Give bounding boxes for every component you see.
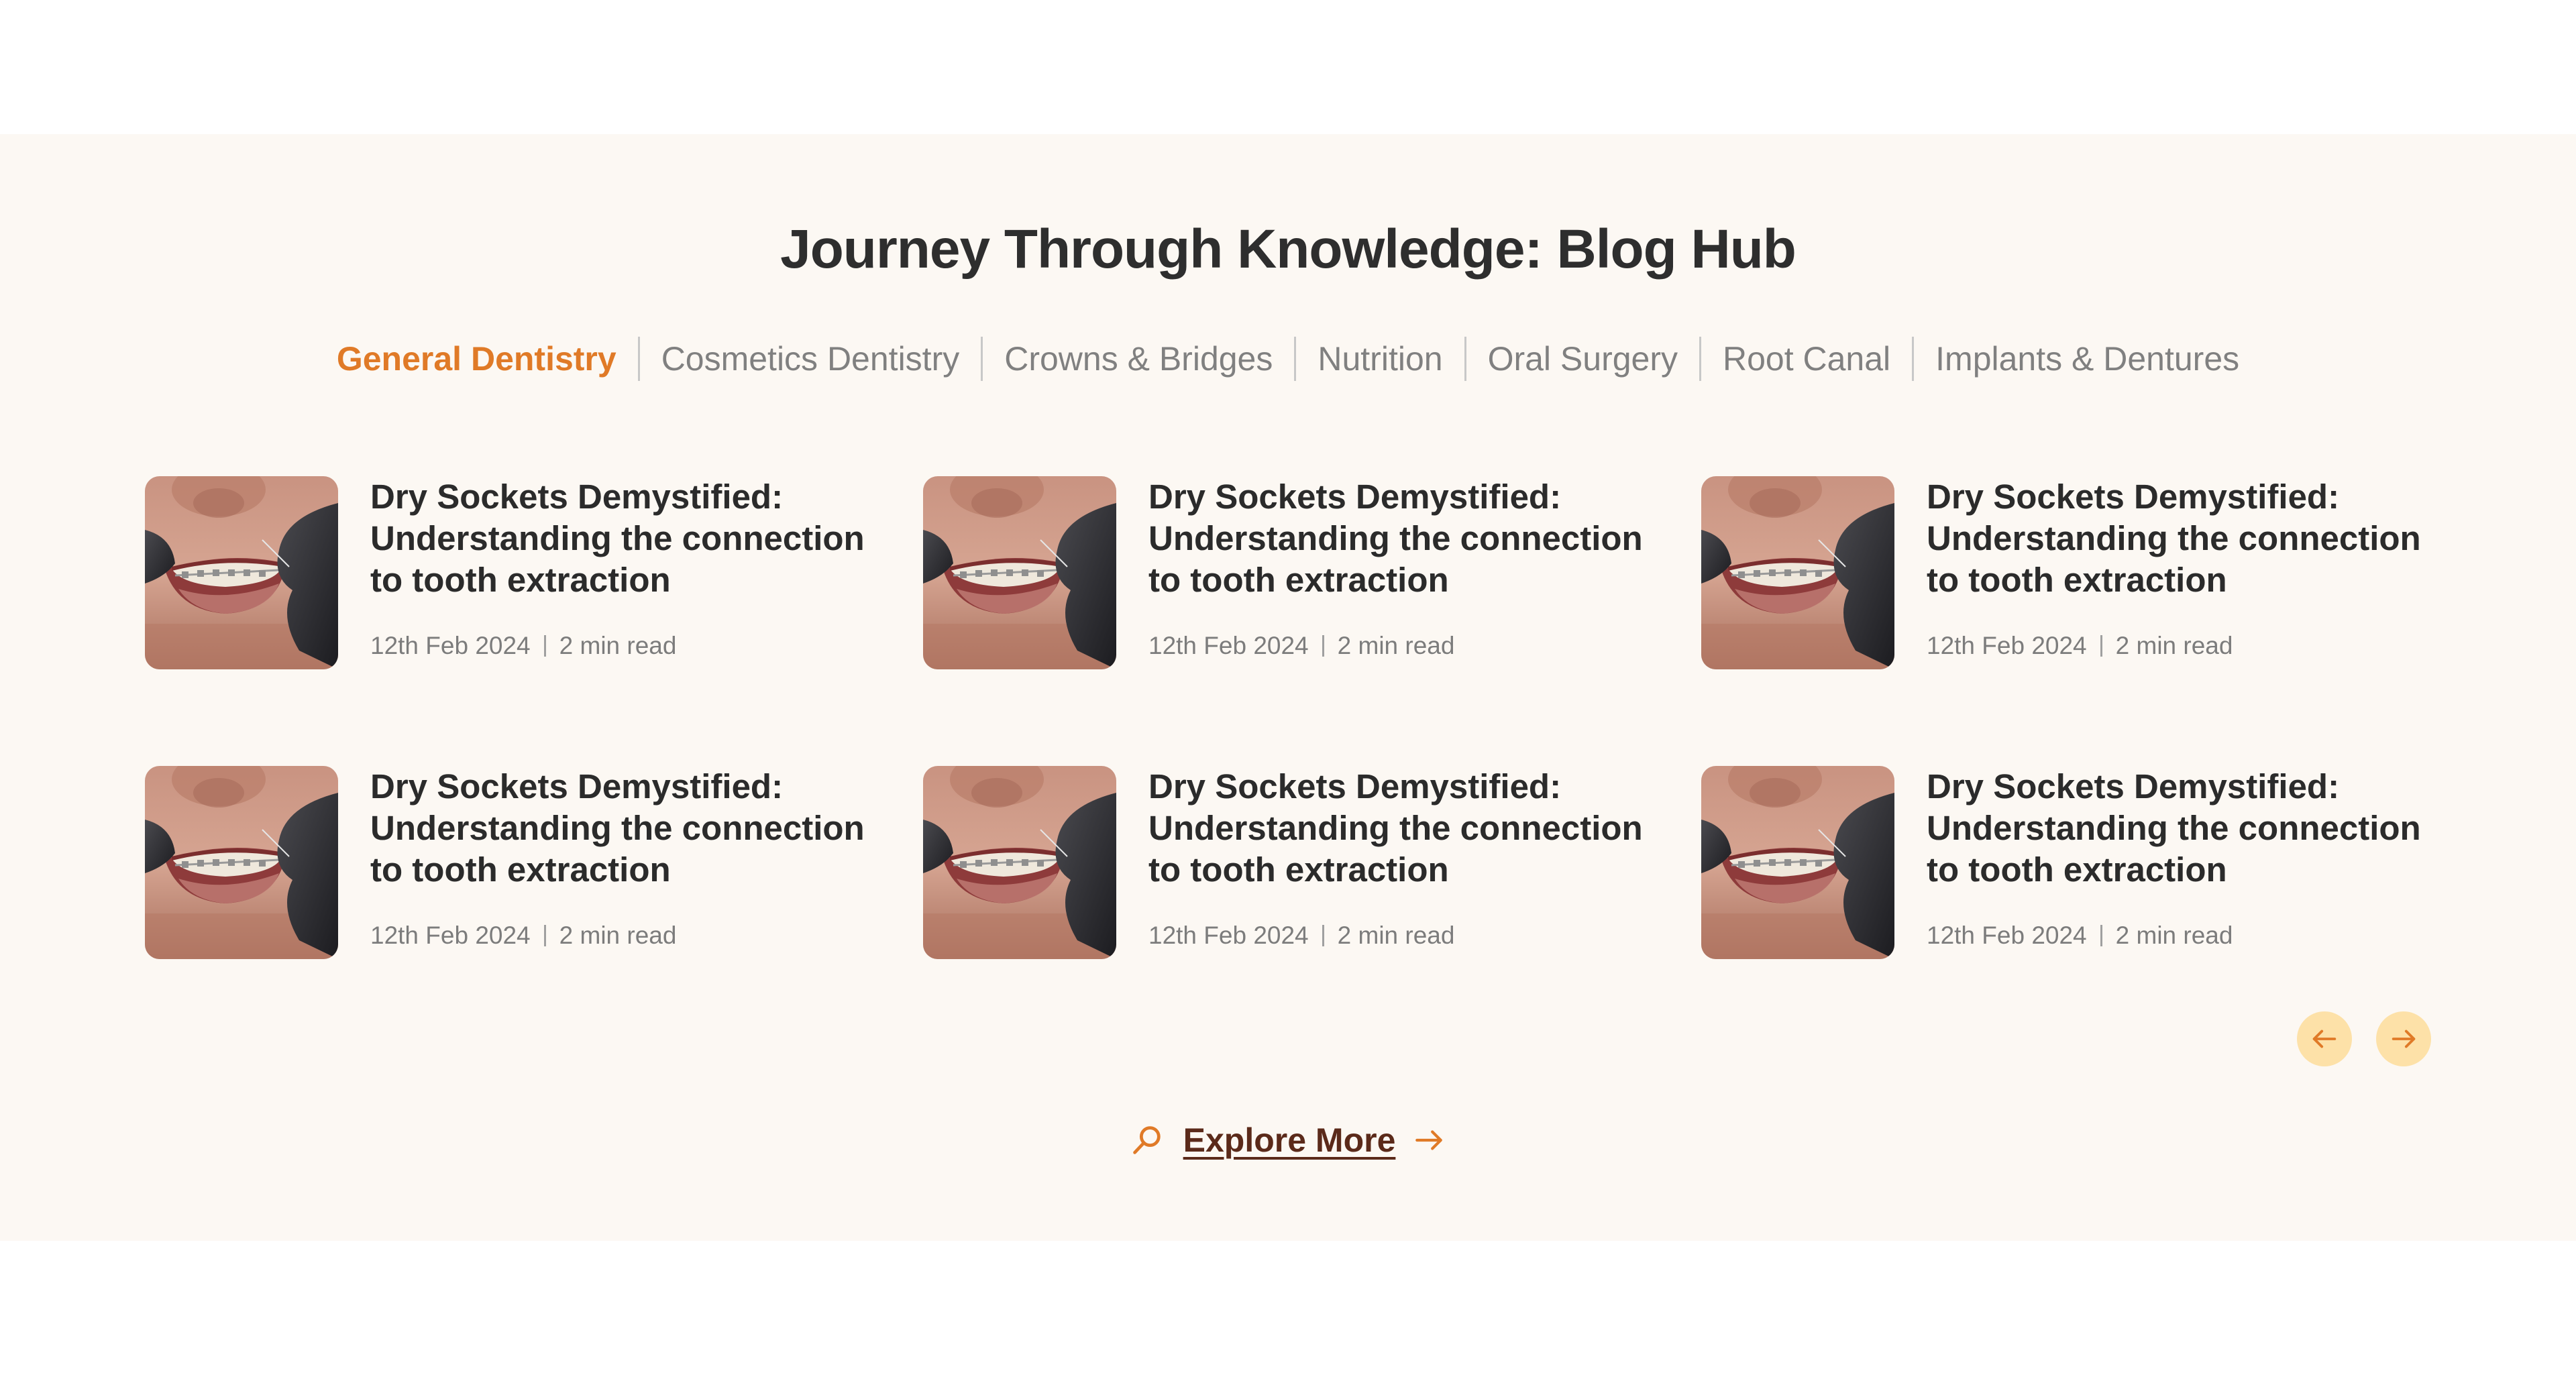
carousel-prev-button[interactable] [2297,1011,2352,1066]
blog-card-meta: 12th Feb 2024 2 min read [1927,919,2233,952]
explore-more-link[interactable]: Explore More [0,1116,2576,1164]
read-time: 2 min read [2115,632,2233,659]
blog-card-title[interactable]: Dry Sockets Demystified: Understanding t… [370,476,880,601]
blog-thumbnail[interactable] [145,476,338,669]
blog-card[interactable]: Dry Sockets Demystified: Understanding t… [1701,766,2439,960]
smile-photo [1701,766,1894,959]
read-time: 2 min read [1337,632,1455,659]
blog-thumbnail[interactable] [1701,766,1894,959]
post-date: 12th Feb 2024 [1148,632,1309,659]
post-date: 12th Feb 2024 [1927,632,2087,659]
search-icon [1130,1123,1165,1158]
tab-root-canal[interactable]: Root Canal [1699,337,1912,381]
read-time: 2 min read [2115,922,2233,949]
explore-more-label[interactable]: Explore More [1183,1121,1396,1160]
tab-crowns-bridges[interactable]: Crowns & Bridges [981,337,1294,381]
section-heading: Journey Through Knowledge: Blog Hub [780,219,1796,280]
blog-card[interactable]: Dry Sockets Demystified: Understanding t… [923,476,1661,671]
blog-thumbnail[interactable] [923,476,1116,669]
blog-thumbnail[interactable] [923,766,1116,959]
read-time: 2 min read [559,632,677,659]
blog-thumbnail[interactable] [1701,476,1894,669]
meta-divider [2100,635,2102,657]
post-date: 12th Feb 2024 [1148,922,1309,949]
category-tabs: General Dentistry Cosmetics Dentistry Cr… [0,335,2576,382]
blog-card[interactable]: Dry Sockets Demystified: Understanding t… [923,766,1661,960]
smile-photo [1701,476,1894,669]
post-date: 12th Feb 2024 [370,922,531,949]
meta-divider [543,635,546,657]
smile-photo [145,476,338,669]
blog-card-title[interactable]: Dry Sockets Demystified: Understanding t… [1927,476,2436,601]
blog-card-meta: 12th Feb 2024 2 min read [1148,919,1454,952]
blog-card-title[interactable]: Dry Sockets Demystified: Understanding t… [370,766,880,891]
tab-general-dentistry[interactable]: General Dentistry [315,337,638,381]
blog-card[interactable]: Dry Sockets Demystified: Understanding t… [1701,476,2439,671]
post-date: 12th Feb 2024 [1927,922,2087,949]
blog-card[interactable]: Dry Sockets Demystified: Understanding t… [145,766,883,960]
smile-photo [923,476,1116,669]
meta-divider [2100,925,2102,946]
blog-card-meta: 12th Feb 2024 2 min read [370,629,676,663]
arrow-right-icon [2388,1023,2419,1054]
carousel-next-button[interactable] [2376,1011,2431,1066]
read-time: 2 min read [559,922,677,949]
arrow-right-icon [1413,1123,1446,1157]
blog-section [0,134,2576,1241]
post-date: 12th Feb 2024 [370,632,531,659]
meta-divider [1322,635,1324,657]
arrow-left-icon [2309,1023,2340,1054]
tab-cosmetics-dentistry[interactable]: Cosmetics Dentistry [637,337,981,381]
read-time: 2 min read [1337,922,1455,949]
blog-card-meta: 12th Feb 2024 2 min read [370,919,676,952]
blog-card-meta: 12th Feb 2024 2 min read [1148,629,1454,663]
tab-implants-dentures[interactable]: Implants & Dentures [1912,337,2261,381]
blog-card-meta: 12th Feb 2024 2 min read [1927,629,2233,663]
smile-photo [145,766,338,959]
blog-card-title[interactable]: Dry Sockets Demystified: Understanding t… [1148,476,1658,601]
tab-nutrition[interactable]: Nutrition [1294,337,1464,381]
blog-card[interactable]: Dry Sockets Demystified: Understanding t… [145,476,883,671]
smile-photo [923,766,1116,959]
blog-card-title[interactable]: Dry Sockets Demystified: Understanding t… [1148,766,1658,891]
blog-card-title[interactable]: Dry Sockets Demystified: Understanding t… [1927,766,2436,891]
meta-divider [1322,925,1324,946]
meta-divider [543,925,546,946]
blog-thumbnail[interactable] [145,766,338,959]
tab-oral-surgery[interactable]: Oral Surgery [1464,337,1699,381]
